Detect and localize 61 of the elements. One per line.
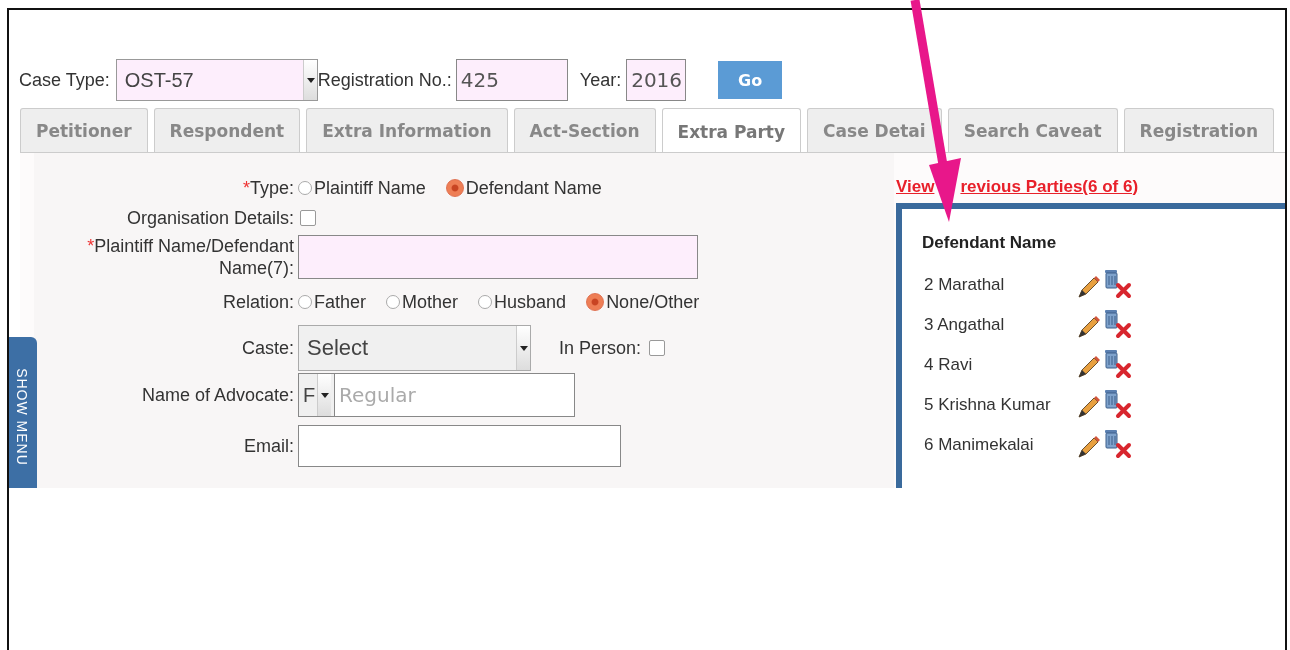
tab[interactable]: Extra Party — [661, 108, 802, 154]
tab[interactable]: Registration — [1123, 108, 1274, 152]
checkbox[interactable] — [300, 210, 316, 226]
relation-label: Relation: — [222, 291, 294, 312]
radio-label: Husband — [494, 291, 567, 313]
radio-label: Plaintiff Name — [314, 177, 426, 199]
checkbox[interactable] — [649, 340, 666, 356]
pencil-icon[interactable] — [1076, 313, 1102, 339]
radio-label: Father — [314, 291, 367, 313]
show-menu-tab[interactable]: SHOW MENU — [9, 337, 37, 488]
radio-label: Defendant Name — [465, 177, 602, 199]
party-name: 2 Marathal — [923, 275, 1006, 296]
year-field[interactable]: 2016 — [626, 59, 687, 101]
case-type-select[interactable]: OST-57 — [115, 59, 318, 101]
trash-delete-icon[interactable] — [1102, 429, 1132, 459]
trash-delete-icon[interactable] — [1102, 349, 1132, 379]
trash-delete-icon[interactable] — [1102, 309, 1132, 339]
party-name: 6 Manimekalai — [923, 435, 1035, 456]
pencil-icon[interactable] — [1076, 433, 1102, 459]
email-label: Email: — [244, 435, 294, 456]
advocate-label: Name of Advocate: — [141, 384, 294, 405]
party-name: 3 Angathal — [923, 315, 1006, 336]
caret-icon — [516, 326, 530, 370]
name-field[interactable] — [298, 235, 698, 279]
caret-icon — [302, 60, 317, 100]
name-label: *Plaintiff Name/Defendant Name(7): — [86, 235, 294, 279]
case-type-label: Case Type: — [19, 69, 110, 91]
tab[interactable]: Petitioner — [20, 108, 148, 152]
pencil-icon[interactable] — [1076, 393, 1102, 419]
radio-button[interactable] — [298, 295, 312, 309]
radio-label: None/Other — [606, 291, 700, 313]
previous-parties-link[interactable]: View — [896, 177, 935, 197]
tab[interactable]: Respondent — [153, 108, 301, 152]
radio-button[interactable] — [586, 293, 605, 311]
tab[interactable]: Case Detai — [807, 108, 942, 152]
tab[interactable]: Extra Information — [306, 108, 508, 152]
radio-button[interactable] — [386, 295, 401, 309]
pencil-icon[interactable] — [1076, 273, 1102, 299]
go-button[interactable]: Go — [718, 61, 783, 99]
party-name: 4 Ravi — [923, 355, 974, 376]
trash-delete-icon[interactable] — [1102, 389, 1132, 419]
organisation-label: Organisation Details: — [126, 207, 294, 228]
tab[interactable]: Act-Section — [513, 108, 656, 152]
registration-field[interactable]: 425 — [455, 59, 568, 101]
party-name: 5 Krishna Kumar — [923, 395, 1052, 416]
parties-heading: Defendant Name — [922, 233, 1058, 253]
radio-label: Mother — [402, 291, 459, 313]
registration-label: Registration No.: — [317, 69, 452, 91]
radio-button[interactable] — [445, 179, 464, 197]
caste-select[interactable]: Select — [298, 325, 531, 371]
tab[interactable]: Search Caveat — [947, 108, 1118, 152]
email-field[interactable] — [298, 425, 621, 467]
type-label: *Type: — [242, 177, 294, 198]
in-person-label: In Person: — [559, 337, 642, 359]
radio-button[interactable] — [478, 295, 493, 309]
year-label: Year: — [579, 69, 622, 91]
caste-label: Caste: — [241, 337, 294, 358]
trash-delete-icon[interactable] — [1102, 269, 1132, 299]
previous-parties-link[interactable]: revious Parties(6 of 6) — [960, 177, 1139, 197]
pencil-icon[interactable] — [1076, 353, 1102, 379]
radio-button[interactable] — [298, 181, 312, 195]
